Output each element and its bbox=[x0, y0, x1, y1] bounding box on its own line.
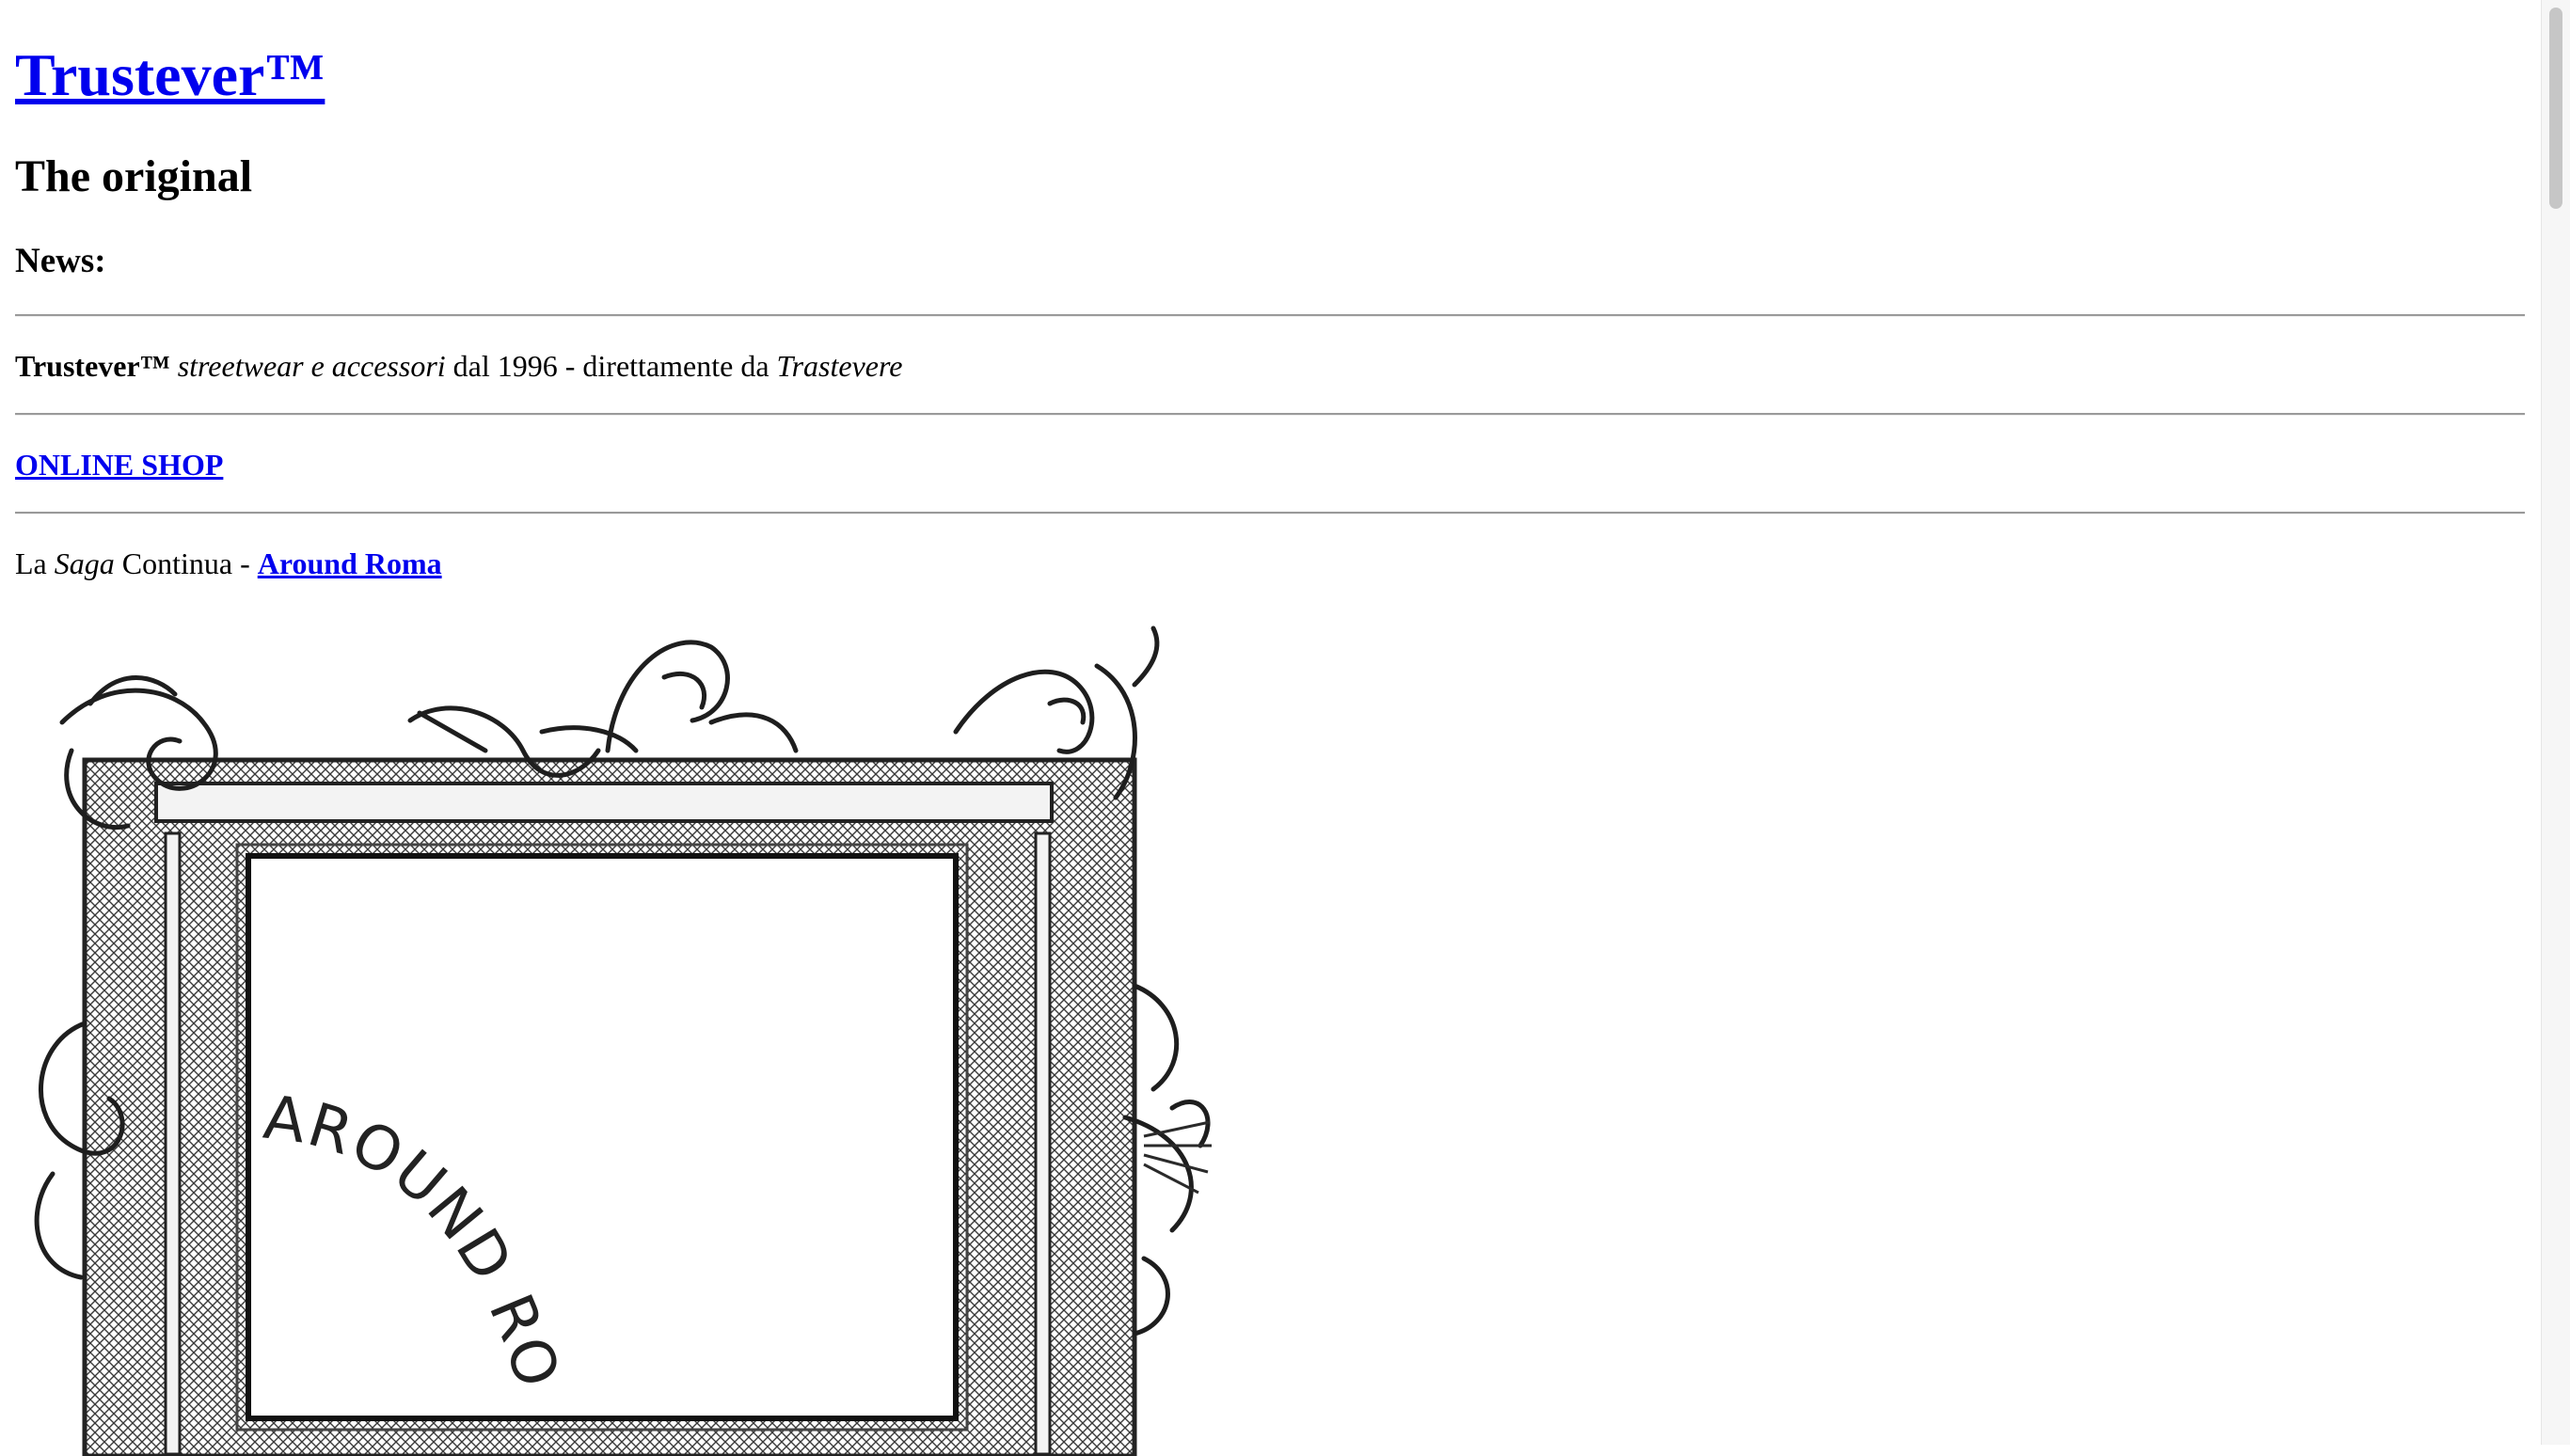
divider bbox=[15, 314, 2525, 317]
divider bbox=[15, 413, 2525, 416]
tagline-brand: Trustever™ bbox=[15, 349, 170, 383]
saga-middle: Continua - bbox=[114, 546, 258, 580]
top-crest bbox=[407, 640, 799, 778]
saga-prefix: La bbox=[15, 546, 55, 580]
site-subtitle: The original bbox=[15, 151, 253, 201]
tagline-since: dal 1996 - direttamente da bbox=[445, 349, 777, 383]
tagline: Trustever™ streetwear e accessori dal 19… bbox=[15, 345, 902, 387]
site-title-link[interactable]: Trustever™ bbox=[15, 41, 325, 108]
scrollbar-thumb[interactable] bbox=[2549, 8, 2562, 209]
leaf-ornament bbox=[1143, 1120, 1212, 1195]
tagline-place: Trastevere bbox=[776, 349, 903, 383]
ornate-frame-illustration: AROUND ROMA bbox=[15, 609, 1212, 1456]
online-shop-link[interactable]: ONLINE SHOP bbox=[15, 448, 223, 482]
vertical-scrollbar[interactable] bbox=[2541, 0, 2570, 1445]
around-roma-frame-image[interactable]: AROUND ROMA bbox=[15, 609, 1229, 1456]
shop-line: ONLINE SHOP bbox=[15, 444, 223, 485]
saga-line: La Saga Continua - Around Roma bbox=[15, 543, 442, 584]
divider bbox=[15, 512, 2525, 514]
tagline-products: streetwear e accessori bbox=[177, 349, 446, 383]
saga-word: Saga bbox=[54, 546, 115, 580]
site-title: Trustever™ bbox=[15, 34, 325, 117]
around-roma-link[interactable]: Around Roma bbox=[258, 546, 442, 580]
news-heading: News: bbox=[15, 242, 106, 280]
